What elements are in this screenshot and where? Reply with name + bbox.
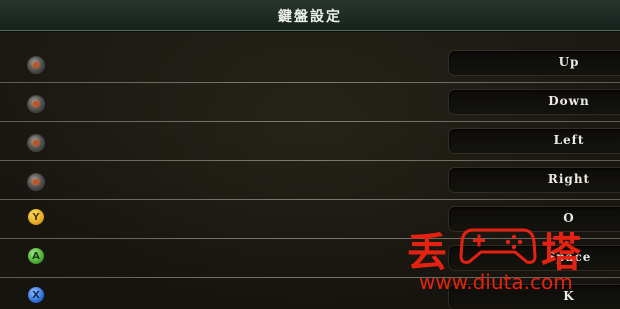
keyboard-settings-screen: 鍵盤設定 Up Down Left Right Y O A Space X K … [0,0,620,309]
key-value-down: Down [548,94,590,108]
key-field-left[interactable]: Left [449,129,620,153]
y-button-icon: Y [28,209,44,225]
key-value-right: Right [547,172,591,186]
binding-row-left[interactable]: Left [0,122,620,161]
key-field-right[interactable]: Right [449,168,620,192]
dpad-down-icon [28,96,44,112]
x-button-icon: X [28,287,44,303]
key-value-up: Up [558,55,580,69]
page-title: 鍵盤設定 [278,9,342,25]
a-button-icon: A [28,248,44,264]
watermark-url: www.diuta.com [419,270,573,294]
watermark: 丢 塔 www.diuta.com [407,220,597,300]
dpad-left-icon [28,135,44,151]
dpad-right-icon [28,174,44,190]
title-bar: 鍵盤設定 [0,0,620,31]
dpad-up-icon [28,57,44,73]
key-field-up[interactable]: Up [449,51,620,75]
binding-row-up[interactable]: Up [0,44,620,83]
binding-row-right[interactable]: Right [0,161,620,200]
key-field-down[interactable]: Down [449,90,620,114]
key-value-left: Left [553,133,585,147]
binding-row-down[interactable]: Down [0,83,620,122]
gamepad-logo-icon [459,228,537,264]
